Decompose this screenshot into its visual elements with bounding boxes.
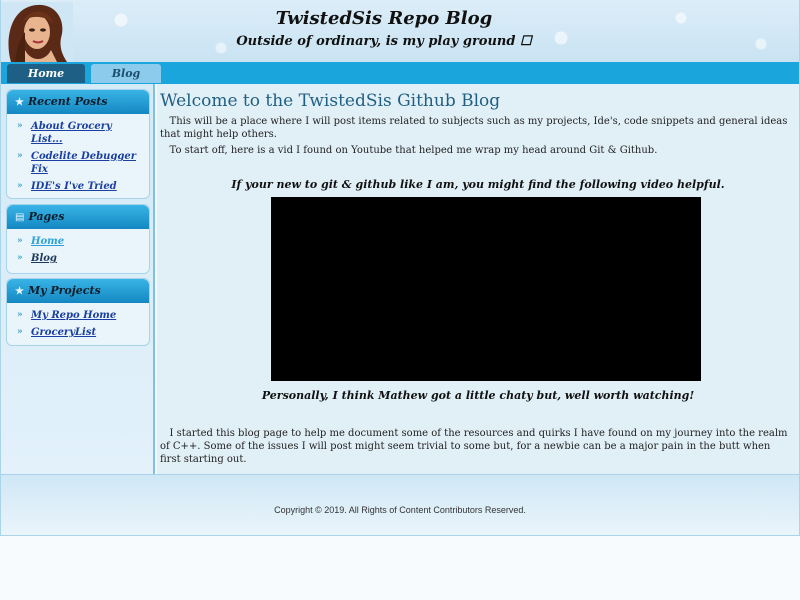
video-caption: If your new to git & github like I am, y… xyxy=(231,178,725,191)
projects-widget: ★ My Projects » My Repo Home » GroceryLis… xyxy=(6,278,150,346)
list-item: » IDE's I've Tried xyxy=(17,180,145,193)
list-item: » GroceryList xyxy=(17,326,145,339)
chevron-right-icon: » xyxy=(17,236,23,246)
star-icon: ★ xyxy=(15,286,24,297)
copyright-text: Copyright © 2019. All Rights of Content … xyxy=(274,505,526,515)
page: TwistedSis Repo Blog Outside of ordinary… xyxy=(0,0,800,536)
pages-list: » Home » Blog xyxy=(7,229,149,273)
project-link[interactable]: GroceryList xyxy=(31,326,96,339)
list-item: » About Grocery List... xyxy=(17,120,145,146)
closing-text: I started this blog page to help me docu… xyxy=(160,428,788,465)
recent-post-link[interactable]: About Grocery List... xyxy=(31,120,145,146)
list-item: » Codelite Debugger Fix xyxy=(17,150,145,176)
closing-paragraph: I started this blog page to help me docu… xyxy=(160,427,790,466)
pages-title: Pages xyxy=(28,210,65,223)
intro-paragraph: This will be a place where I will post i… xyxy=(160,115,790,141)
site-footer: Copyright © 2019. All Rights of Content … xyxy=(1,474,799,535)
chevron-right-icon: » xyxy=(17,253,23,263)
chevron-right-icon: » xyxy=(17,310,23,320)
main-content: Welcome to the TwistedSis Github Blog Th… xyxy=(157,84,799,474)
recent-post-link[interactable]: Codelite Debugger Fix xyxy=(31,150,145,176)
page-link-home[interactable]: Home xyxy=(31,235,64,248)
recent-posts-header: ★ Recent Posts xyxy=(7,90,149,114)
recent-post-link[interactable]: IDE's I've Tried xyxy=(31,180,117,193)
opinion-caption: Personally, I think Mathew got a little … xyxy=(261,389,695,402)
chevron-right-icon: » xyxy=(17,181,23,191)
start-paragraph: To start off, here is a vid I found on Y… xyxy=(160,144,790,157)
chevron-right-icon: » xyxy=(17,121,23,131)
site-header: TwistedSis Repo Blog Outside of ordinary… xyxy=(1,0,799,62)
start-text: To start off, here is a vid I found on Y… xyxy=(169,145,658,156)
sidebar: ★ Recent Posts » About Grocery List... » … xyxy=(1,84,155,474)
video-player[interactable] xyxy=(271,197,701,381)
project-link[interactable]: My Repo Home xyxy=(31,309,116,322)
list-item: » My Repo Home xyxy=(17,309,145,322)
site-tagline: Outside of ordinary, is my play ground ☐ xyxy=(236,34,532,49)
page-title: Welcome to the TwistedSis Github Blog xyxy=(160,91,501,111)
tab-blog[interactable]: Blog xyxy=(91,64,161,83)
projects-header: ★ My Projects xyxy=(7,279,149,303)
pages-header: ▤ Pages xyxy=(7,205,149,229)
site-title: TwistedSis Repo Blog xyxy=(275,8,493,29)
projects-title: My Projects xyxy=(27,284,101,297)
main-nav: Home Blog xyxy=(1,62,799,84)
list-item: » Home xyxy=(17,235,145,248)
chevron-right-icon: » xyxy=(17,327,23,337)
list-item: » Blog xyxy=(17,252,145,265)
intro-text: This will be a place where I will post i… xyxy=(160,116,788,140)
projects-list: » My Repo Home » GroceryList xyxy=(7,303,149,347)
tab-home[interactable]: Home xyxy=(7,64,85,83)
recent-posts-title: Recent Posts xyxy=(27,95,108,108)
recent-posts-list: » About Grocery List... » Codelite Debug… xyxy=(7,114,149,201)
chevron-right-icon: » xyxy=(17,151,23,161)
recent-posts-widget: ★ Recent Posts » About Grocery List... » … xyxy=(6,89,150,199)
square-icon: ▤ xyxy=(15,212,25,223)
pages-widget: ▤ Pages » Home » Blog xyxy=(6,204,150,274)
page-link-blog[interactable]: Blog xyxy=(31,252,57,265)
star-icon: ★ xyxy=(15,97,24,108)
